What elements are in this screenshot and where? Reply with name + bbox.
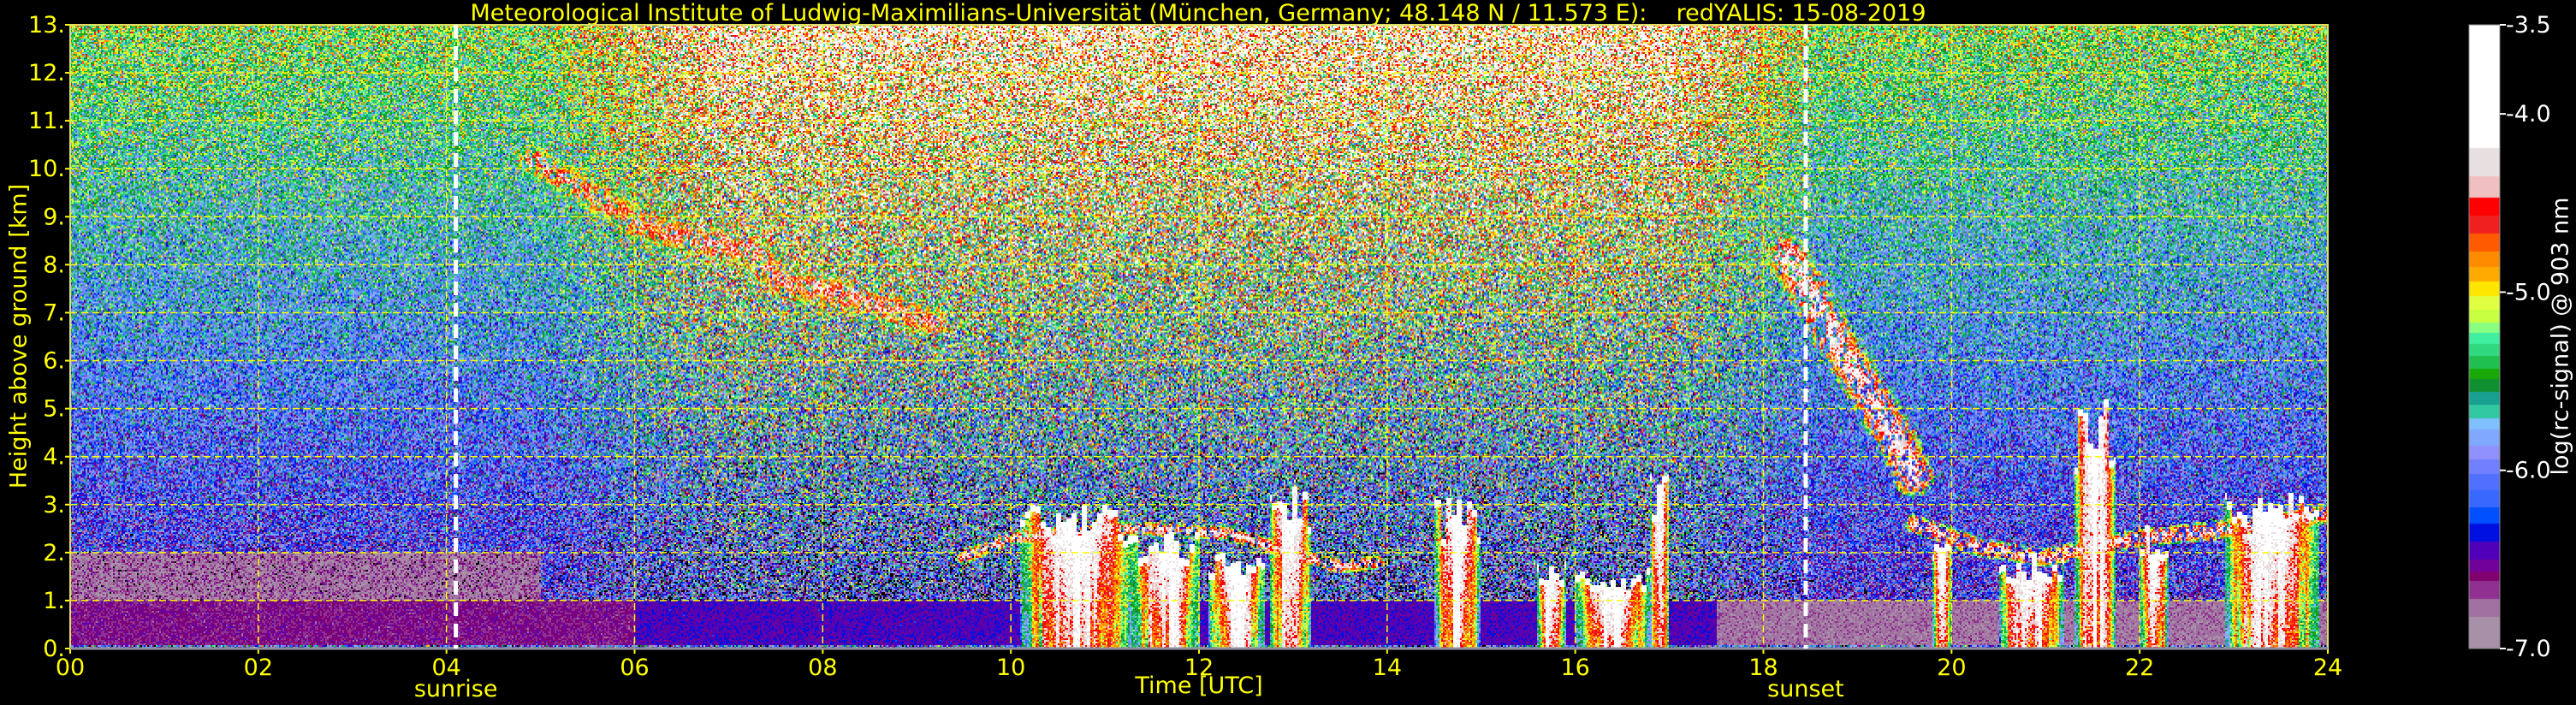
colorbar-tick-label: -4.0 xyxy=(2506,101,2551,127)
y-tick-label: 12. xyxy=(28,60,65,86)
y-tick-label: 8. xyxy=(43,252,65,278)
colorbar-label: log(rc-signal) @ 903 nm xyxy=(2547,197,2574,476)
y-tick-label: 9. xyxy=(43,204,65,230)
y-tick-label: 11. xyxy=(28,108,65,134)
y-tick-label: 5. xyxy=(43,396,65,423)
y-tick-label: 3. xyxy=(43,492,65,518)
y-tick-label: 6. xyxy=(43,348,65,375)
x-axis-label: Time [UTC] xyxy=(1135,672,1263,699)
y-axis-label: Height above ground [km] xyxy=(5,183,33,489)
y-tick-label: 1. xyxy=(43,588,65,614)
y-tick-label: 13. xyxy=(28,12,65,39)
axes-overlay: 0.1.2.3.4.5.6.7.8.9.10.11.12.13.00 02 04 06… xyxy=(28,12,2551,702)
y-tick-label: 4. xyxy=(43,444,65,471)
y-tick-label: 10. xyxy=(28,156,65,182)
colorbar-tick-label: -5.0 xyxy=(2506,279,2551,305)
colorbar-tick-label: -7.0 xyxy=(2506,636,2551,662)
colorbar-tick-label: -3.5 xyxy=(2506,12,2551,39)
colorbar-tick-label: -6.0 xyxy=(2506,458,2551,484)
colorbar-frame xyxy=(2468,24,2501,649)
y-tick-label: 2. xyxy=(43,540,65,566)
y-tick-label: 7. xyxy=(43,299,65,326)
